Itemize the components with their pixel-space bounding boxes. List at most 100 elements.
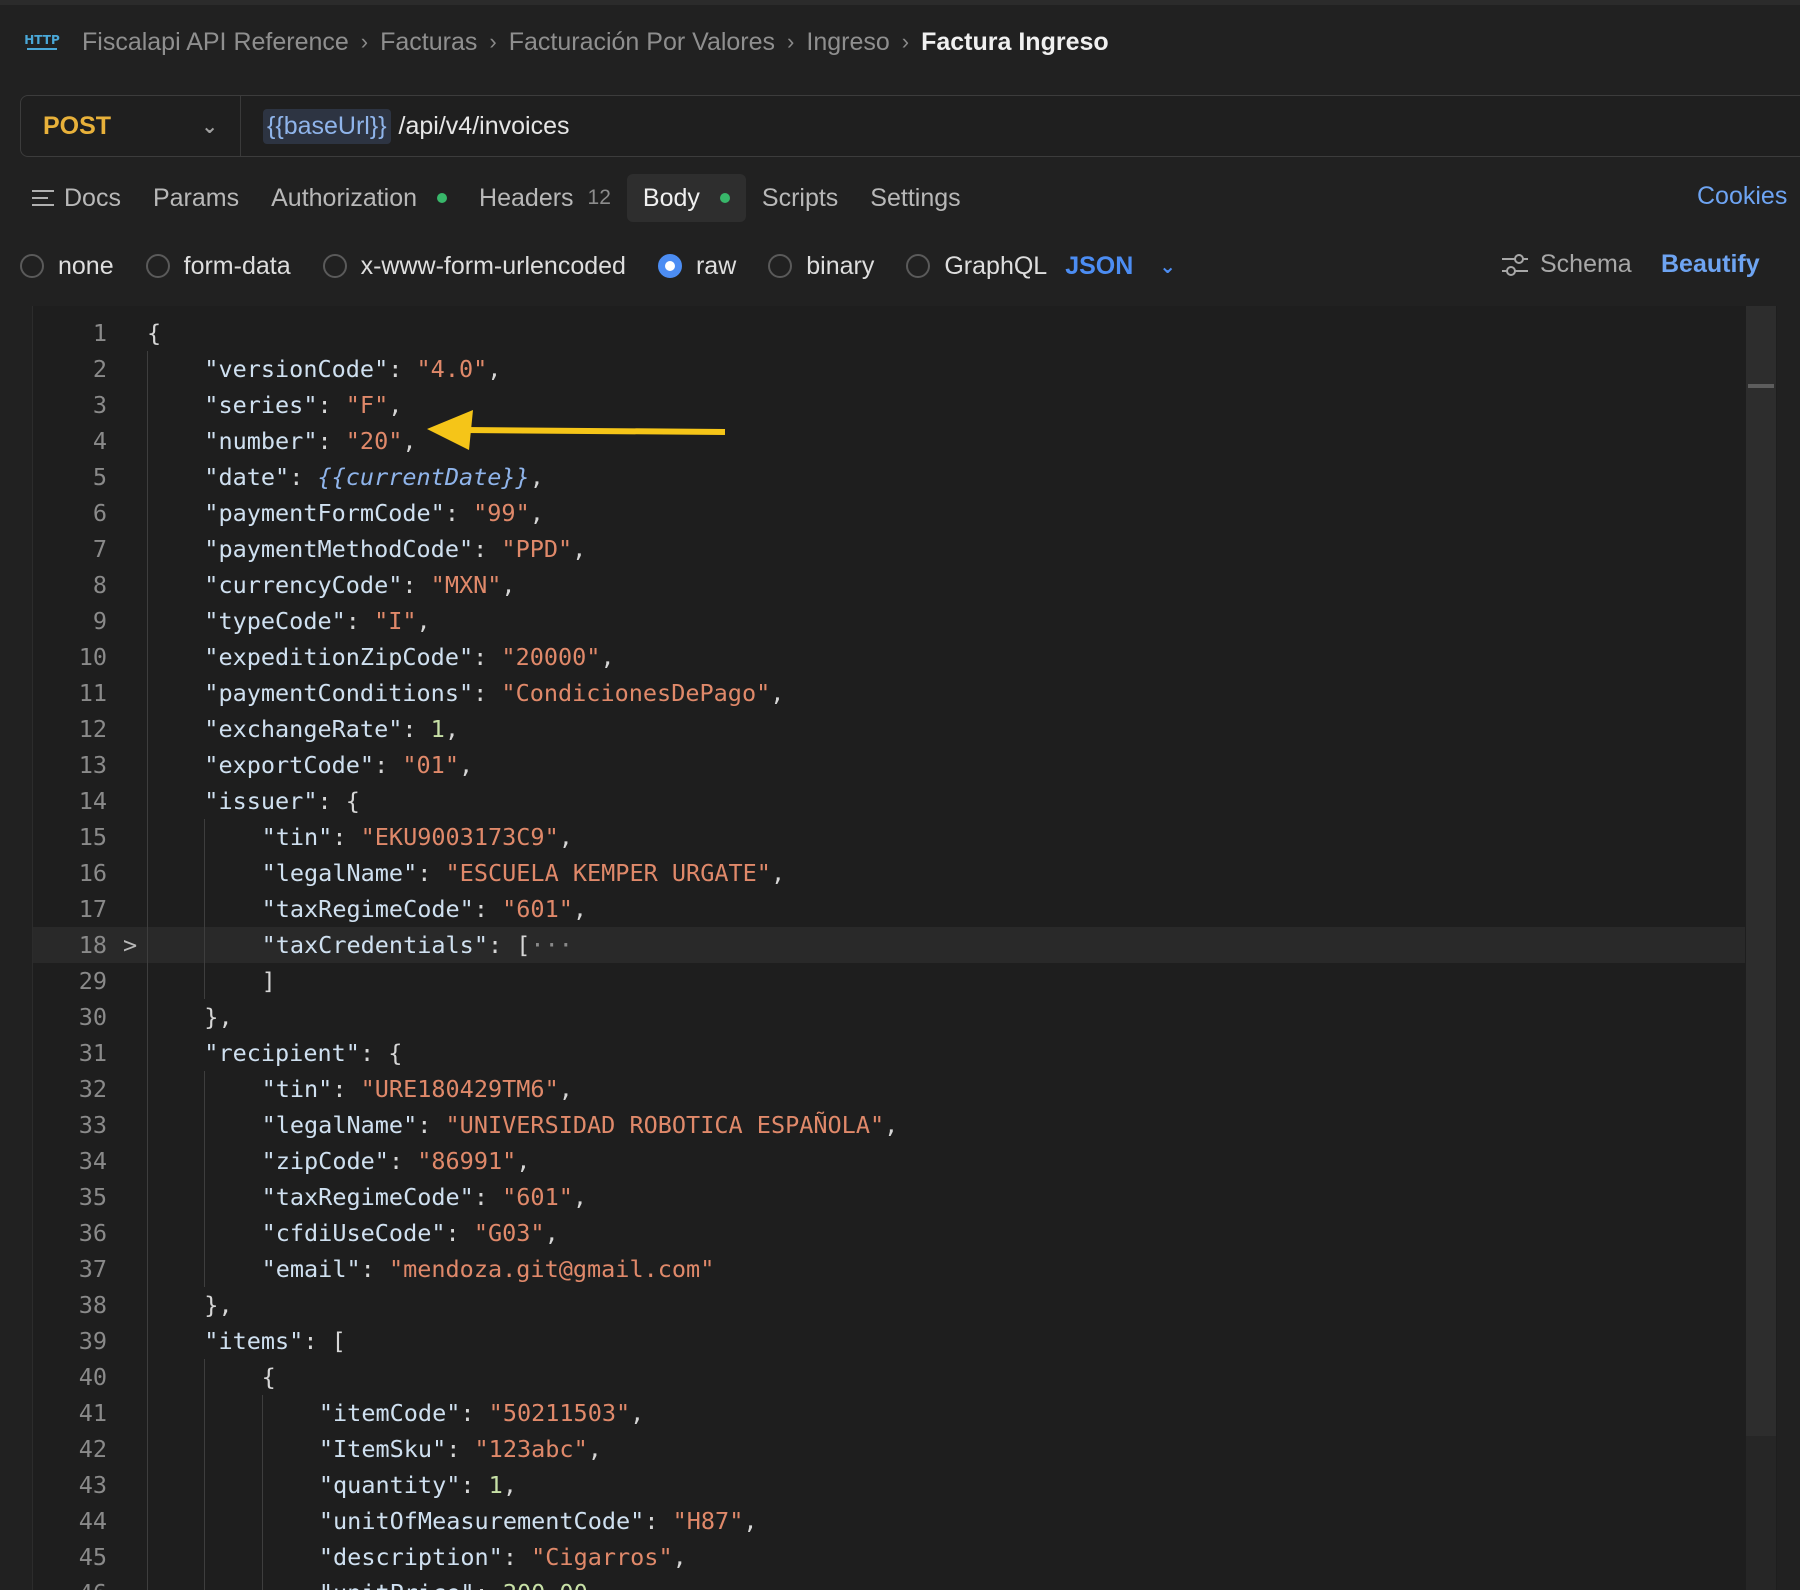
code-text: "exchangeRate": 1,	[204, 711, 459, 747]
url-input[interactable]: {{baseUrl}} /api/v4/invoices	[263, 108, 569, 144]
code-line[interactable]: 2 "versionCode": "4.0",	[33, 351, 1745, 387]
code-line[interactable]: 10 "expeditionZipCode": "20000",	[33, 639, 1745, 675]
body-type-raw[interactable]: raw	[657, 252, 736, 281]
code-token: "paymentMethodCode"	[204, 535, 474, 563]
tab-settings[interactable]: Settings	[854, 174, 976, 222]
code-line[interactable]: 34 "zipCode": "86991",	[33, 1143, 1745, 1179]
code-line[interactable]: 4 "number": "20",	[33, 423, 1745, 459]
line-number: 10	[78, 643, 107, 671]
method-select[interactable]: POST ⌄	[21, 96, 241, 156]
code-line[interactable]: 3 "series": "F",	[33, 387, 1745, 423]
code-token: "versionCode"	[204, 355, 389, 383]
code-line[interactable]: 30},	[33, 999, 1745, 1035]
code-token: "601"	[502, 895, 573, 923]
indent-guide	[147, 1287, 148, 1323]
tab-headers[interactable]: Headers 12	[463, 174, 627, 222]
indent-guide	[147, 711, 148, 747]
code-token: "quantity"	[318, 1471, 461, 1499]
body-type-binary[interactable]: binary	[768, 252, 874, 281]
indent-guide	[204, 1179, 206, 1215]
breadcrumb-item-facturacion[interactable]: Facturación Por Valores	[509, 28, 775, 57]
code-line[interactable]: 5 "date": {{currentDate}},	[33, 459, 1745, 495]
line-number: 9	[92, 607, 107, 635]
breadcrumb-current[interactable]: Factura Ingreso	[921, 28, 1109, 57]
indent-guide	[204, 1539, 206, 1575]
breadcrumb-item-facturas[interactable]: Facturas	[380, 28, 477, 57]
code-line[interactable]: 31 "recipient": {	[33, 1035, 1745, 1071]
code-line[interactable]: 11 "paymentConditions": "CondicionesDePag…	[33, 675, 1745, 711]
indent-guide	[147, 1107, 148, 1143]
breadcrumb-item-collection[interactable]: Fiscalapi API Reference	[82, 28, 349, 57]
tab-scripts[interactable]: Scripts	[746, 174, 854, 222]
radio-graphql[interactable]	[906, 254, 931, 278]
code-line[interactable]: 7 "paymentMethodCode": "PPD",	[33, 531, 1745, 567]
code-token: "I"	[374, 607, 417, 635]
code-text: "quantity": 1,	[319, 1467, 517, 1503]
code-line[interactable]: 12 "exchangeRate": 1,	[33, 711, 1745, 747]
code-token: :	[317, 427, 346, 455]
code-line[interactable]: 44 "unitOfMeasurementCode": "H87",	[33, 1503, 1745, 1539]
breadcrumb-item-ingreso[interactable]: Ingreso	[806, 28, 889, 57]
body-type-graphql[interactable]: GraphQL	[906, 252, 1047, 281]
line-number: 44	[78, 1507, 107, 1535]
code-line[interactable]: 1{	[33, 315, 1745, 351]
code-line[interactable]: 46 "unitPrice": 200.00	[33, 1575, 1745, 1590]
code-token: "paymentFormCode"	[204, 499, 445, 527]
code-line[interactable]: 6 "paymentFormCode": "99",	[33, 495, 1745, 531]
radio-urlencoded[interactable]	[322, 254, 347, 278]
code-text: "recipient": {	[204, 1035, 402, 1071]
code-line[interactable]: 13 "exportCode": "01",	[33, 747, 1745, 783]
code-line[interactable]: 41 "itemCode": "50211503",	[33, 1395, 1745, 1431]
code-line[interactable]: 29]	[33, 963, 1745, 999]
tab-authorization[interactable]: Authorization	[255, 174, 463, 222]
body-type-none[interactable]: none	[20, 252, 114, 281]
fold-chevron-icon[interactable]: >	[123, 927, 137, 963]
tab-docs[interactable]: Docs	[30, 174, 137, 222]
code-line[interactable]: 42 "ItemSku": "123abc",	[33, 1431, 1745, 1467]
code-line[interactable]: 38},	[33, 1287, 1745, 1323]
code-line[interactable]: 18 > "taxCredentials": [···	[33, 927, 1745, 963]
body-type-urlencoded[interactable]: x-www-form-urlencoded	[322, 252, 626, 281]
code-line[interactable]: 16 "legalName": "ESCUELA KEMPER URGATE",	[33, 855, 1745, 891]
code-line[interactable]: 39 "items": [	[33, 1323, 1745, 1359]
indent-guide	[204, 927, 206, 963]
code-line[interactable]: 43 "quantity": 1,	[33, 1467, 1745, 1503]
code-line[interactable]: 45 "description": "Cigarros",	[33, 1539, 1745, 1575]
code-line[interactable]: 40 {	[33, 1359, 1745, 1395]
code-token: :	[289, 463, 318, 491]
annotation-arrow	[427, 410, 726, 450]
line-number: 3	[92, 391, 107, 419]
tab-body[interactable]: Body	[626, 174, 746, 222]
editor-scrollbar-thumb[interactable]	[1746, 306, 1776, 1436]
code-token: 1	[430, 715, 445, 743]
url-variable[interactable]: {{baseUrl}}	[263, 108, 391, 144]
code-token: :	[473, 1183, 503, 1211]
radio-form-data[interactable]	[145, 254, 170, 278]
language-select[interactable]: JSON ⌄	[1065, 252, 1176, 281]
beautify-button[interactable]: Beautify	[1661, 250, 1760, 279]
schema-button[interactable]: Schema	[1500, 250, 1632, 279]
code-line[interactable]: 9 "typeCode": "I",	[33, 603, 1745, 639]
code-editor[interactable]: 1{2 "versionCode": "4.0", 3 "series": "F", 4…	[32, 306, 1777, 1590]
code-line[interactable]: 8 "currencyCode": "MXN",	[33, 567, 1745, 603]
code-line[interactable]: 36 "cfdiUseCode": "G03",	[33, 1215, 1745, 1251]
code-line[interactable]: 14 "issuer": {	[33, 783, 1745, 819]
body-type-form-data[interactable]: form-data	[145, 252, 291, 281]
indent-guide	[204, 1467, 206, 1503]
line-number: 43	[78, 1471, 107, 1499]
radio-none[interactable]	[20, 254, 44, 278]
code-line[interactable]: 15 "tin": "EKU9003173C9",	[33, 819, 1745, 855]
code-line[interactable]: 37 "email": "mendoza.git@gmail.com"	[33, 1251, 1745, 1287]
code-line[interactable]: 33 "legalName": "UNIVERSIDAD ROBOTICA ESP…	[33, 1107, 1745, 1143]
code-line[interactable]: 17 "taxRegimeCode": "601",	[33, 891, 1745, 927]
cookies-link[interactable]: Cookies	[1697, 182, 1787, 211]
radio-binary[interactable]	[768, 254, 793, 278]
radio-raw[interactable]	[657, 254, 682, 278]
code-token: ,	[572, 1183, 588, 1211]
tab-params[interactable]: Params	[137, 174, 255, 222]
code-line[interactable]: 32 "tin": "URE180429TM6",	[33, 1071, 1745, 1107]
code-line[interactable]: 35 "taxRegimeCode": "601",	[33, 1179, 1745, 1215]
code-token: "legalName"	[261, 859, 418, 887]
code-token: :	[445, 1219, 474, 1247]
code-token: "86991"	[417, 1147, 517, 1175]
